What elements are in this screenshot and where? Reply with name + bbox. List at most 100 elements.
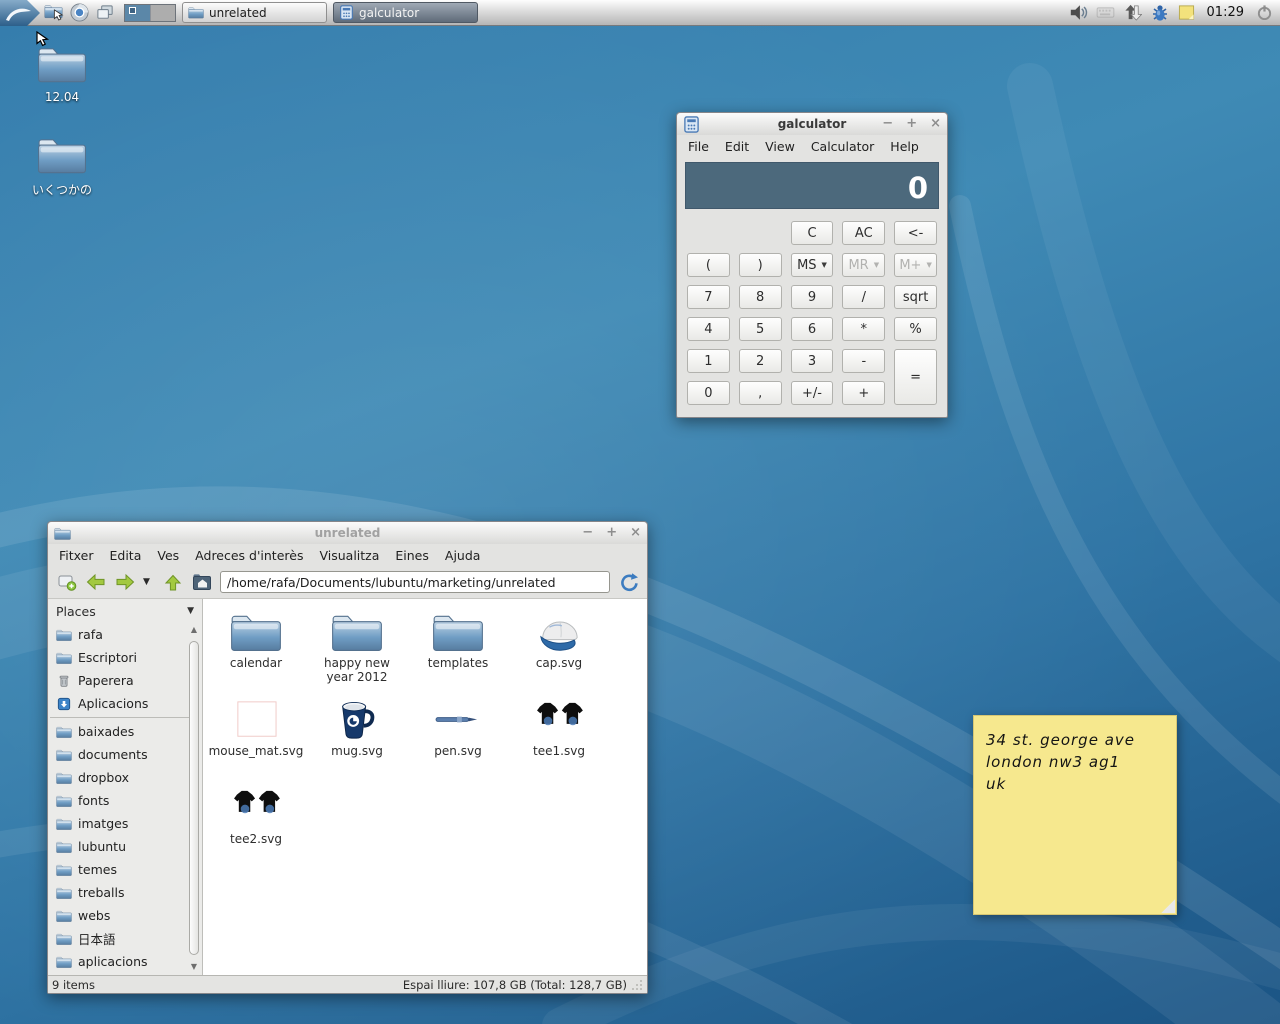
maximize-button[interactable]: +	[606, 522, 617, 544]
sidebar-item-webs[interactable]: webs	[48, 904, 202, 927]
sidebar-item-paperera[interactable]: Paperera	[48, 669, 202, 692]
menu-file[interactable]: File	[680, 137, 717, 156]
key-sqrt[interactable]: sqrt	[894, 285, 937, 309]
file-calendar[interactable]: calendar	[207, 611, 305, 699]
sidebar-item-nihongo[interactable]: 日本語	[48, 927, 202, 950]
menu-ves[interactable]: Ves	[149, 546, 187, 565]
sidebar-item-dropbox[interactable]: dropbox	[48, 766, 202, 789]
lubuntu-menu-icon[interactable]	[0, 0, 40, 26]
file-mouse-mat[interactable]: mouse_mat.svg	[207, 699, 305, 787]
taskbar-item-unrelated[interactable]: unrelated	[182, 2, 327, 23]
notes-icon[interactable]	[1177, 3, 1197, 23]
key-9[interactable]: 9	[790, 285, 834, 309]
key-5[interactable]: 5	[738, 317, 782, 341]
key-plus[interactable]: +	[842, 381, 886, 405]
volume-icon[interactable]	[1069, 3, 1089, 23]
sidebar-item-aplicacions-bm[interactable]: aplicacions	[48, 950, 202, 973]
back-icon[interactable]	[85, 572, 107, 592]
scroll-down-icon[interactable]: ▼	[188, 962, 200, 971]
file-cap[interactable]: cap.svg	[510, 611, 608, 699]
scrollbar-thumb[interactable]	[189, 641, 199, 955]
sidebar-item-fonts[interactable]: fonts	[48, 789, 202, 812]
key-memory-plus[interactable]: M+ ▼	[894, 253, 937, 277]
menu-adreces[interactable]: Adreces d'interès	[187, 546, 311, 565]
maximize-button[interactable]: +	[906, 113, 917, 135]
key-all-clear[interactable]: AC	[842, 221, 886, 245]
menu-help[interactable]: Help	[882, 137, 927, 156]
desktop-icon-ikutsukano[interactable]: いくつかの	[20, 135, 104, 198]
key-divide[interactable]: /	[842, 285, 886, 309]
key-left-paren[interactable]: (	[687, 253, 730, 277]
key-2[interactable]: 2	[738, 349, 782, 373]
forward-icon[interactable]	[114, 572, 136, 592]
workspace-2[interactable]	[149, 4, 175, 21]
sidebar-mode-select[interactable]: Places ▼	[48, 599, 202, 623]
key-comma[interactable]: ,	[738, 381, 782, 405]
key-memory-store[interactable]: MS ▼	[790, 253, 834, 277]
key-8[interactable]: 8	[738, 285, 782, 309]
menu-calculator[interactable]: Calculator	[803, 137, 882, 156]
file-mug[interactable]: mug.svg	[308, 699, 406, 787]
workspace-1[interactable]	[125, 4, 150, 21]
menu-visualitza[interactable]: Visualitza	[311, 546, 387, 565]
windows-icon[interactable]	[92, 1, 118, 25]
key-clear[interactable]: C	[790, 221, 834, 245]
scroll-up-icon[interactable]: ▲	[188, 625, 200, 634]
menu-fitxer[interactable]: Fitxer	[51, 546, 102, 565]
sidebar-item-lubuntu[interactable]: lubuntu	[48, 835, 202, 858]
file-happy-new-year[interactable]: happy new year 2012	[308, 611, 406, 699]
desktop-icon-1204[interactable]: 12.04	[20, 44, 104, 104]
key-equals[interactable]: =	[894, 349, 937, 405]
keyboard-icon[interactable]	[1096, 3, 1116, 23]
sidebar-item-temes[interactable]: temes	[48, 858, 202, 881]
key-backspace[interactable]: <-	[894, 221, 937, 245]
chromium-icon[interactable]	[66, 1, 92, 25]
minimize-button[interactable]: −	[582, 522, 593, 544]
file-tee2[interactable]: tee2.svg	[207, 787, 305, 875]
key-0[interactable]: 0	[687, 381, 730, 405]
key-1[interactable]: 1	[687, 349, 730, 373]
key-4[interactable]: 4	[687, 317, 730, 341]
menu-edit[interactable]: Edit	[717, 137, 757, 156]
key-3[interactable]: 3	[790, 349, 834, 373]
history-dropdown-icon[interactable]: ▼	[143, 577, 155, 587]
calculator-titlebar[interactable]: galculator − + ×	[677, 113, 947, 135]
menu-edita[interactable]: Edita	[102, 546, 150, 565]
file-manager-titlebar[interactable]: unrelated − + ×	[48, 522, 647, 544]
key-percent[interactable]: %	[894, 317, 937, 341]
network-arrows-icon[interactable]	[1123, 3, 1143, 23]
key-7[interactable]: 7	[687, 285, 730, 309]
close-button[interactable]: ×	[630, 522, 641, 544]
menu-view[interactable]: View	[757, 137, 803, 156]
file-tee1[interactable]: tee1.svg	[510, 699, 608, 787]
sidebar-item-rafa[interactable]: rafa	[48, 623, 202, 646]
menu-ajuda[interactable]: Ajuda	[437, 546, 489, 565]
sidebar-item-documents[interactable]: documents	[48, 743, 202, 766]
key-memory-recall[interactable]: MR ▼	[842, 253, 886, 277]
file-manager-launcher-icon[interactable]	[40, 1, 66, 25]
power-icon[interactable]	[1254, 3, 1274, 23]
sidebar-item-imatges[interactable]: imatges	[48, 812, 202, 835]
new-tab-icon[interactable]	[56, 572, 78, 592]
path-input[interactable]	[220, 571, 610, 593]
menu-eines[interactable]: Eines	[387, 546, 437, 565]
key-6[interactable]: 6	[790, 317, 834, 341]
key-multiply[interactable]: *	[842, 317, 886, 341]
clock[interactable]: 01:29	[1204, 5, 1247, 20]
minimize-button[interactable]: −	[882, 113, 893, 135]
sidebar-item-escriptori[interactable]: Escriptori	[48, 646, 202, 669]
home-icon[interactable]	[191, 572, 213, 592]
workspace-pager[interactable]	[124, 3, 176, 22]
up-icon[interactable]	[162, 572, 184, 592]
note-resize-grip[interactable]	[1161, 899, 1175, 913]
taskbar-item-galculator[interactable]: galculator	[333, 2, 478, 23]
file-templates[interactable]: templates	[409, 611, 507, 699]
resize-grip[interactable]	[631, 979, 643, 991]
sidebar-scrollbar[interactable]: ▲ ▼	[188, 625, 200, 971]
file-pen[interactable]: pen.svg	[409, 699, 507, 787]
key-plusminus[interactable]: +/-	[790, 381, 834, 405]
reload-icon[interactable]	[617, 572, 639, 592]
sidebar-item-aplicacions[interactable]: Aplicacions	[48, 692, 202, 715]
sidebar-item-treballs[interactable]: treballs	[48, 881, 202, 904]
bug-icon[interactable]	[1150, 3, 1170, 23]
